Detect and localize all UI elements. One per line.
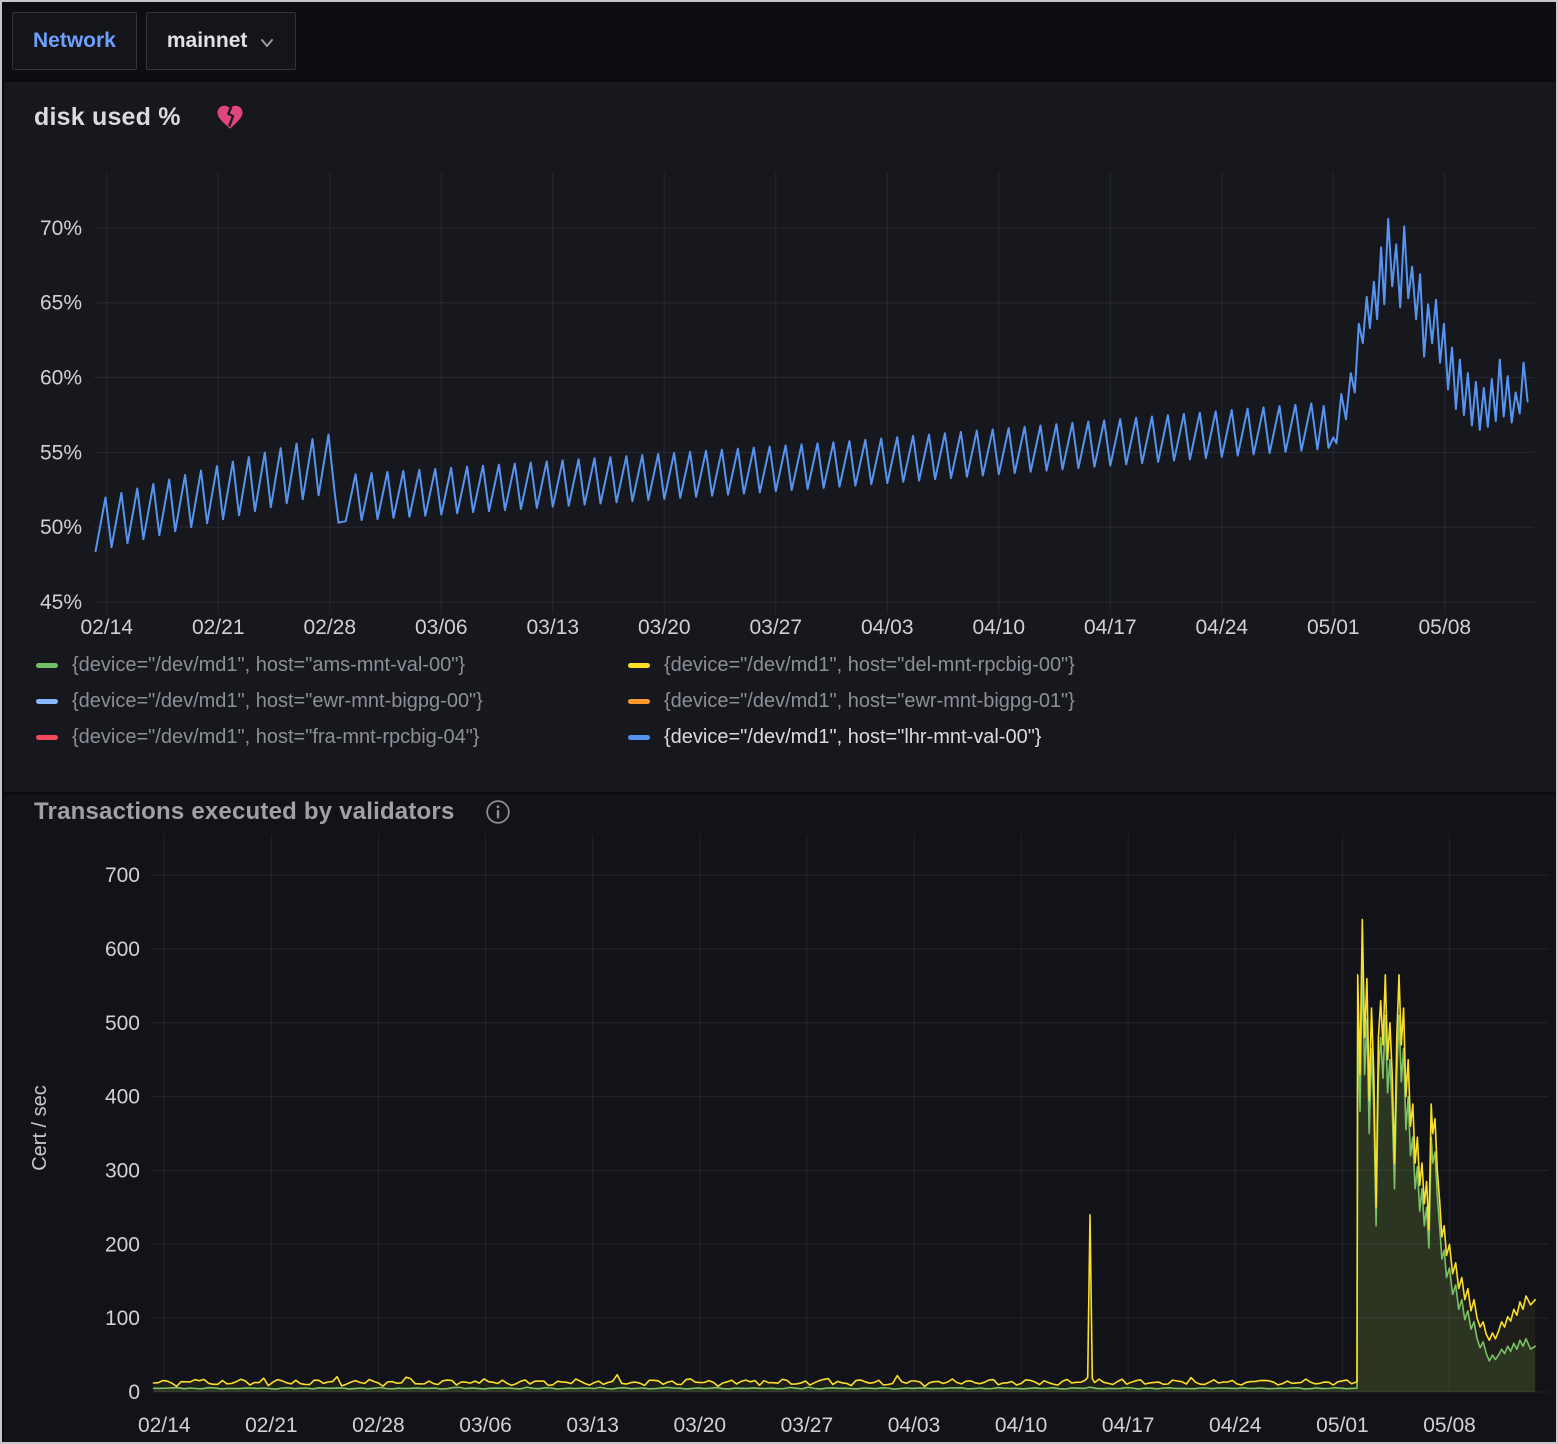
x-tick-label: 02/21 [192,616,245,639]
x-tick-label: 02/14 [80,616,133,639]
disk-used-panel-header: disk used % [34,102,245,132]
x-tick-label: 02/21 [245,1414,298,1437]
legend-item[interactable]: {device="/dev/md1", host="lhr-mnt-val-00… [628,726,1536,749]
y-tick-label: 400 [105,1086,140,1109]
x-tick-label: 04/17 [1102,1414,1155,1437]
series-fill [154,964,1536,1392]
x-tick-label: 03/06 [415,616,468,639]
transactions-panel: Transactions executed by validators 0 100… [4,794,1558,1444]
disk-used-panel-title[interactable]: disk used % [34,103,181,132]
x-tick-label: 05/01 [1316,1414,1369,1437]
disk-used-panel: disk used % 45% 50% 55% 60% 65% 70% 02/14 02/21… [4,82,1558,792]
series-line [154,919,1536,1386]
y-tick-label: 50% [40,516,82,539]
y-tick-label: 70% [40,217,82,240]
x-tick-label: 02/14 [138,1414,191,1437]
x-tick-label: 03/20 [674,1414,727,1437]
broken-heart-alert-icon [215,102,245,132]
network-variable-dropdown[interactable]: mainnet [146,12,297,70]
legend-series-label: {device="/dev/md1", host="ams-mnt-val-00… [72,654,465,677]
x-tick-label: 04/17 [1084,616,1137,639]
x-tick-label: 03/27 [749,616,802,639]
legend-series-swatch [36,735,58,740]
legend-series-label: {device="/dev/md1", host="del-mnt-rpcbig… [664,654,1075,677]
x-tick-label: 04/24 [1196,616,1249,639]
x-tick-label: 03/27 [781,1414,834,1437]
x-tick-label: 05/01 [1307,616,1360,639]
x-tick-label: 03/13 [566,1414,619,1437]
x-tick-label: 05/08 [1423,1414,1476,1437]
dashboard-toolbar: Network mainnet [2,2,1556,80]
network-variable-label[interactable]: Network [12,12,137,70]
network-variable-value: mainnet [167,29,248,53]
legend-item[interactable]: {device="/dev/md1", host="ewr-mnt-bigpg-… [628,690,1536,713]
grafana-dashboard: Network mainnet disk used % 45% 50% 55% 60%… [0,0,1558,1444]
y-tick-label: 700 [105,864,140,887]
legend-series-swatch [628,735,650,740]
x-tick-label: 02/28 [352,1414,405,1437]
x-tick-label: 02/28 [303,616,356,639]
x-tick-label: 04/10 [995,1414,1048,1437]
disk-used-chart[interactable]: 45% 50% 55% 60% 65% 70% 02/14 02/21 02/28 03/06 03… [4,82,1558,662]
y-tick-label: 0 [128,1381,140,1404]
series-line [154,964,1536,1389]
y-tick-label: 55% [40,441,82,464]
legend-series-swatch [36,663,58,668]
x-tick-label: 05/08 [1419,616,1472,639]
legend-item[interactable]: {device="/dev/md1", host="ams-mnt-val-00… [36,654,628,677]
series-fill [154,919,1536,1392]
y-axis-label: Cert / sec [29,1085,51,1171]
x-tick-label: 04/03 [888,1414,941,1437]
transactions-chart[interactable]: 0 100 200 300 400 500 600 700 02/14 02/21 02/28 03/… [4,794,1558,1444]
x-tick-label: 04/03 [861,616,914,639]
legend-item[interactable]: {device="/dev/md1", host="fra-mnt-rpcbig… [36,726,628,749]
legend-series-label: {device="/dev/md1", host="fra-mnt-rpcbig… [72,726,480,749]
y-tick-label: 500 [105,1012,140,1035]
legend-series-label: {device="/dev/md1", host="lhr-mnt-val-00… [664,726,1041,749]
y-tick-label: 200 [105,1233,140,1256]
series-line [96,219,1528,551]
legend-series-swatch [36,699,58,704]
y-tick-label: 300 [105,1159,140,1182]
legend-series-swatch [628,663,650,668]
chevron-down-icon [259,37,275,49]
transactions-panel-header: Transactions executed by validators [34,798,511,826]
x-tick-label: 03/06 [459,1414,512,1437]
y-tick-label: 600 [105,938,140,961]
transactions-panel-title[interactable]: Transactions executed by validators [34,798,455,826]
x-tick-label: 03/13 [526,616,579,639]
y-tick-label: 45% [40,591,82,614]
x-tick-label: 04/10 [972,616,1025,639]
info-icon[interactable] [485,799,511,825]
x-tick-label: 04/24 [1209,1414,1262,1437]
legend-item[interactable]: {device="/dev/md1", host="del-mnt-rpcbig… [628,654,1536,677]
legend-series-swatch [628,699,650,704]
disk-used-legend: {device="/dev/md1", host="ams-mnt-val-00… [36,654,1536,749]
legend-series-label: {device="/dev/md1", host="ewr-mnt-bigpg-… [72,690,483,713]
x-tick-label: 03/20 [638,616,691,639]
y-tick-label: 65% [40,292,82,315]
legend-series-label: {device="/dev/md1", host="ewr-mnt-bigpg-… [664,690,1075,713]
y-tick-label: 60% [40,367,82,390]
y-tick-label: 100 [105,1307,140,1330]
legend-item[interactable]: {device="/dev/md1", host="ewr-mnt-bigpg-… [36,690,628,713]
